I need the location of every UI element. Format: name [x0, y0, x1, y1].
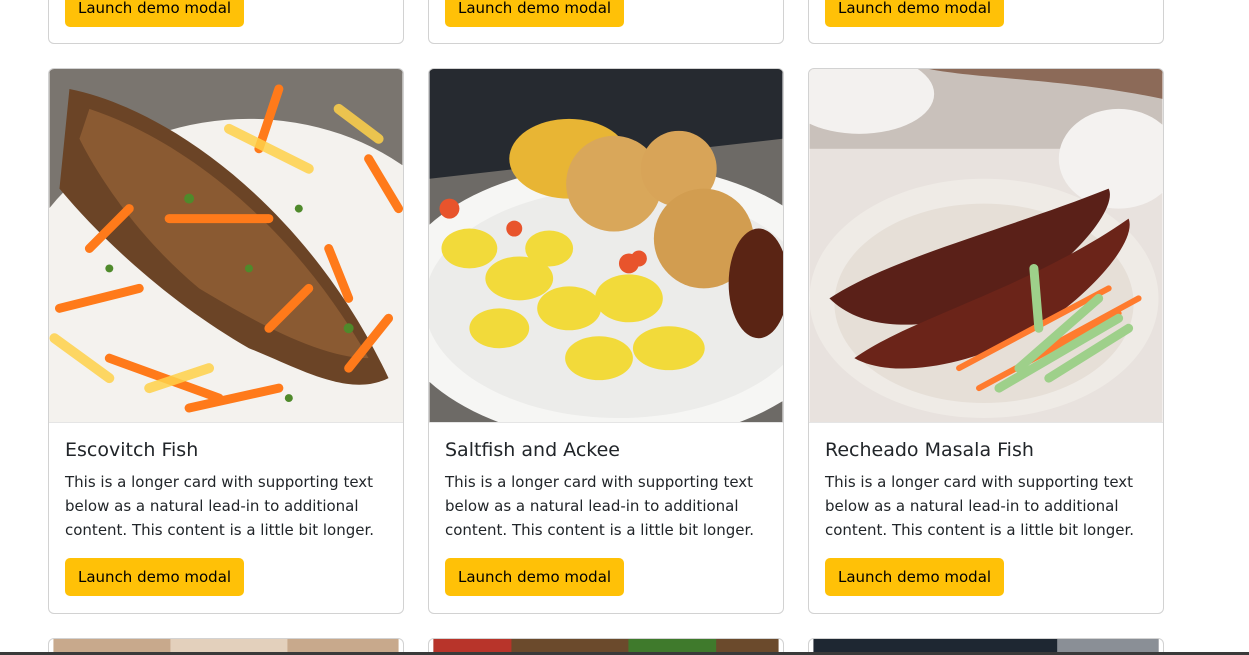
card-image-escovitch-fish — [49, 69, 403, 423]
launch-modal-button[interactable]: Launch demo modal — [65, 557, 245, 596]
card-text: This is a longer card with supporting te… — [445, 472, 755, 539]
card-body: Escovitch Fish This is a longer card wit… — [49, 423, 403, 612]
card-image-recheado-masala-fish — [809, 69, 1163, 423]
card-text: This is a longer card with supporting te… — [825, 472, 1135, 539]
saltfish-ackee-image — [429, 69, 783, 422]
card-escovitch-fish: Escovitch Fish This is a longer card wit… — [48, 68, 404, 614]
launch-modal-button[interactable]: Launch demo modal — [445, 0, 625, 27]
card-image-saltfish-ackee — [429, 69, 783, 423]
card-body: Saltfish and Ackee This is a longer card… — [429, 423, 783, 612]
launch-modal-button[interactable]: Launch demo modal — [825, 557, 1005, 596]
card-body: Recheado Masala Fish This is a longer ca… — [809, 423, 1163, 612]
card-saltfish-ackee: Saltfish and Ackee This is a longer card… — [428, 68, 784, 614]
launch-modal-button[interactable]: Launch demo modal — [445, 557, 625, 596]
card-top-3: Launch demo modal — [808, 0, 1164, 44]
launch-modal-button[interactable]: Launch demo modal — [825, 0, 1005, 27]
card-title: Recheado Masala Fish — [825, 439, 1034, 461]
page: Launch demo modal Launch demo modal Laun… — [0, 0, 1249, 655]
launch-modal-button[interactable]: Launch demo modal — [65, 0, 245, 27]
masala-fish-image — [809, 69, 1163, 422]
fish-dish-image — [49, 69, 403, 422]
card-top-2: Launch demo modal — [428, 0, 784, 44]
card-title: Saltfish and Ackee — [445, 439, 620, 461]
card-top-1: Launch demo modal — [48, 0, 404, 44]
card-text: This is a longer card with supporting te… — [65, 472, 375, 539]
card-title: Escovitch Fish — [65, 439, 199, 461]
card-recheado-masala-fish: Recheado Masala Fish This is a longer ca… — [808, 68, 1164, 614]
